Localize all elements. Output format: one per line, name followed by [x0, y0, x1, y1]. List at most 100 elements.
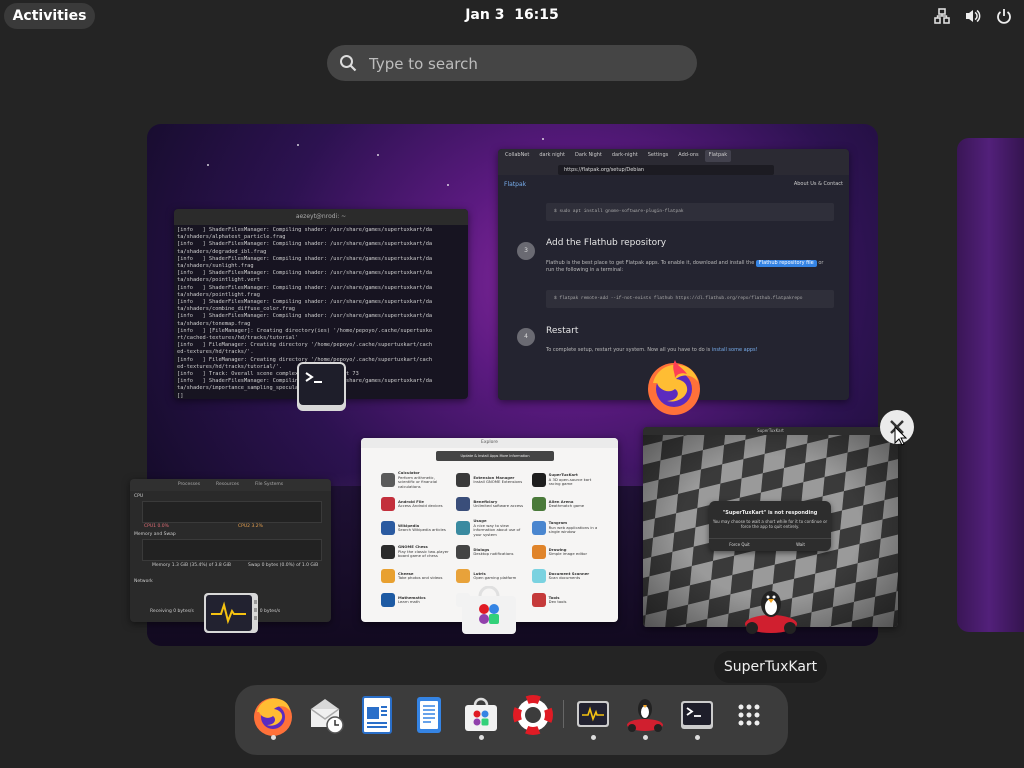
system-tray[interactable]: [934, 0, 1012, 32]
clock-time: 16:15: [514, 7, 559, 23]
app-tile-icon: [531, 593, 546, 607]
not-responding-dialog: "SuperTuxKart" is not responding You may…: [709, 501, 831, 551]
app-tile: Usage A nice way to view information abou…: [456, 518, 525, 538]
app-tile-text: Drawing Simple image editor: [548, 546, 588, 556]
star: [297, 144, 299, 146]
software-icon: [465, 697, 497, 731]
app-tile-icon: [381, 497, 395, 511]
network-icon[interactable]: [934, 8, 950, 24]
firefox-window-icon: [645, 358, 703, 420]
dash-item-system-monitor[interactable]: [571, 693, 615, 737]
star: [447, 184, 449, 186]
app-tile-text: Extension Manager Install GNOME Extension…: [473, 474, 523, 484]
show-apps-button[interactable]: [727, 693, 771, 737]
clock-date: Jan 3: [465, 7, 505, 23]
dash-item-terminal[interactable]: [675, 693, 719, 737]
memory-graph: [142, 539, 322, 561]
app-tile-icon: [531, 497, 546, 511]
running-indicator: [695, 735, 700, 740]
help-lifebuoy-icon: [513, 695, 553, 735]
app-tile: Tangram Run web applications in a single …: [531, 518, 601, 538]
dash-item-evolution-mail[interactable]: [303, 693, 347, 737]
app-tile-icon: [456, 545, 471, 559]
app-tile-icon: [531, 473, 546, 487]
running-indicator: [271, 735, 276, 740]
cursor-icon: [894, 425, 908, 446]
app-tile-icon: [456, 473, 471, 487]
network-label: Network: [134, 579, 153, 584]
dash: [235, 685, 788, 755]
app-tile-text: Calculator Perform arithmetic, scientific…: [398, 470, 438, 489]
app-tile: Wikipedia Search Wikipedia articles: [381, 518, 450, 538]
top-bar: Activities Jan 3 16:15: [0, 0, 1024, 32]
dash-item-software[interactable]: [459, 693, 503, 737]
browser-tab: CollabNet: [505, 152, 530, 158]
cpu-legend-2: CPU2 3.2%: [238, 524, 263, 529]
app-tile-text: Wikipedia Search Wikipedia articles: [398, 522, 446, 532]
app-tile-text: Alien Arena Deathmatch game: [548, 498, 585, 508]
dash-item-supertuxkart[interactable]: [623, 693, 667, 737]
sysmon-icon: [577, 701, 609, 727]
app-tile-text: Tools Dev tools: [548, 594, 567, 604]
app-tile-icon: [531, 521, 546, 535]
browser-tab: dark night: [539, 152, 565, 158]
browser-tab: Flatpak: [704, 150, 732, 162]
dash-item-help[interactable]: [511, 693, 555, 737]
app-tile-icon: [456, 497, 471, 511]
app-tile-icon: [531, 569, 546, 583]
app-tile: Alien Arena Deathmatch game: [531, 494, 601, 514]
app-tile-icon: [456, 569, 471, 583]
text-editor-icon: [417, 697, 441, 733]
app-tile-text: Document Scanner Scan documents: [548, 570, 590, 580]
command-block: $ flatpak remote-add --if-not-exists fla…: [546, 290, 834, 308]
tab-processes: Processes: [177, 482, 201, 487]
app-tile-icon: [381, 569, 395, 583]
step-number: 3: [517, 242, 535, 260]
app-tile-icon: [456, 521, 471, 535]
running-indicator: [479, 735, 484, 740]
star: [377, 154, 379, 156]
app-tile-icon: [381, 473, 395, 487]
terminal-icon: [681, 701, 713, 729]
dialog-description: You may choose to wait a short while for…: [712, 519, 828, 529]
search-input[interactable]: [367, 45, 691, 83]
supertuxkart-icon: [745, 591, 797, 634]
app-tile-icon: [381, 521, 395, 535]
step-number: 4: [517, 328, 535, 346]
flathub-repo-button: Flathub repository file: [755, 260, 817, 267]
browser-tab: Add-ons: [678, 152, 699, 158]
app-tile: Dialogs Desktop notifications: [456, 542, 525, 562]
supertuxkart-window-icon: [740, 586, 802, 640]
app-tile-text: GNOME Chess Play the classic two-player b…: [398, 544, 449, 559]
app-tile-text: Usage A nice way to view information abou…: [473, 518, 521, 537]
memory-label: Memory and Swap: [134, 532, 176, 537]
step-heading: Restart: [546, 326, 579, 336]
command-block: $ sudo apt install gnome-software-plugin…: [546, 203, 834, 221]
dash-item-writer[interactable]: [355, 693, 399, 737]
power-icon[interactable]: [996, 8, 1012, 24]
mouse-pointer: [894, 425, 908, 450]
site-name: Flatpak: [504, 181, 527, 188]
url-field: https://flatpak.org/setup/Debian: [558, 165, 774, 175]
app-tile: Calculator Perform arithmetic, scientific…: [381, 470, 450, 490]
star: [207, 164, 209, 166]
clock[interactable]: Jan 3 16:15: [0, 0, 1024, 32]
app-tile: Android File Access Android devices: [381, 494, 450, 514]
tab-resources: Resources: [216, 482, 240, 487]
terminal-icon: [297, 362, 346, 411]
star: [542, 138, 544, 140]
workspace-thumbnail-next[interactable]: [957, 138, 1024, 632]
force-quit-button: Force Quit: [729, 542, 750, 547]
browser-tab: Dark Night: [574, 152, 602, 158]
volume-icon[interactable]: [964, 8, 982, 24]
firefox-icon: [648, 360, 700, 415]
receiving-text: Receiving 0 bytes/s: [150, 609, 194, 614]
app-tile: Tools Dev tools: [531, 590, 601, 610]
app-tile-text: Tangram Run web applications in a single …: [548, 520, 598, 535]
site-nav-links: About Us & Contact: [793, 181, 843, 187]
search-bar[interactable]: [327, 45, 697, 83]
app-tile-icon: [381, 593, 395, 607]
dash-item-firefox[interactable]: [251, 693, 295, 737]
window-title: aezeyt@nrodi: ~: [174, 209, 468, 225]
dash-item-text-editor[interactable]: [407, 693, 451, 737]
